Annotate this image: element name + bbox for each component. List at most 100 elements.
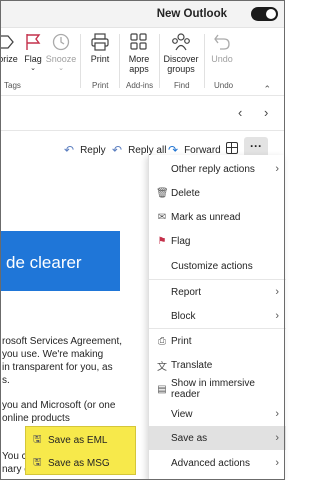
message-nav-row: ‹ › <box>0 97 285 131</box>
menu-item-label: Mark as unread <box>171 211 241 223</box>
menu-item-advanced-actions[interactable]: Advanced actions › <box>149 451 286 475</box>
undo-label: Undo <box>211 54 233 64</box>
reply-label: Reply <box>80 144 106 156</box>
body-text-line: you use. We're making <box>2 349 104 360</box>
flag-dropdown-icon[interactable]: ⌄ <box>30 64 36 74</box>
submenu-item-save-eml[interactable]: 🖫 Save as EML <box>26 429 135 451</box>
find-group-label: Find <box>174 81 190 90</box>
snooze-button[interactable]: Snooze ⌄ <box>46 32 76 80</box>
reply-all-icon: ↶ <box>112 143 123 157</box>
collapse-ribbon-icon[interactable]: ⌃ <box>263 84 271 95</box>
reply-all-label: Reply all <box>128 144 167 156</box>
submenu-item-label: Save as MSG <box>48 457 110 469</box>
submenu-item-save-msg[interactable]: 🖫 Save as MSG <box>26 452 135 474</box>
menu-item-label: Delete <box>171 187 200 199</box>
trash-icon: 🗑 <box>156 187 169 199</box>
toggle-knob <box>266 9 276 19</box>
body-text-line: online products <box>2 413 70 424</box>
menu-item-label: Other reply actions <box>171 163 255 175</box>
menu-item-label: Advanced actions <box>171 457 250 469</box>
menu-item-label: Report <box>171 286 202 298</box>
menu-item-label: Customize actions <box>171 260 253 272</box>
banner-text: de clearer <box>6 253 82 272</box>
new-outlook-label: New Outlook <box>156 8 227 20</box>
undo-icon <box>214 34 230 50</box>
print-button[interactable]: Print <box>86 32 114 80</box>
clock-icon <box>52 33 70 51</box>
menu-item-delete[interactable]: 🗑 Delete <box>149 181 286 205</box>
ribbon-separator <box>204 34 205 88</box>
menu-item-flag[interactable]: ⚑ Flag <box>149 229 286 253</box>
menu-item-view[interactable]: View › <box>149 402 286 426</box>
menu-item-label: Flag <box>171 235 191 247</box>
flag-label: Flag <box>24 54 42 64</box>
snooze-label: Snooze <box>45 54 77 64</box>
printer-icon: ⎙ <box>158 335 166 347</box>
printer-icon <box>91 33 109 51</box>
chevron-right-icon: › <box>275 457 279 469</box>
menu-item-label: Translate <box>171 359 213 371</box>
ribbon-separator <box>159 34 160 88</box>
next-message-icon[interactable]: › <box>264 105 268 120</box>
addins-group-label: Add-ins <box>126 81 154 90</box>
menu-item-mark-unread[interactable]: ✉ Mark as unread <box>149 205 286 229</box>
discover-label-2: groups <box>167 64 195 74</box>
undo-button[interactable]: Undo <box>208 32 236 80</box>
menu-item-label: Save as <box>171 432 208 444</box>
ribbon: orize Flag ⌄ Snooze ⌄ Tags Print Print M… <box>0 28 285 96</box>
more-actions-menu: Other reply actions › 🗑 Delete ✉ Mark as… <box>148 155 286 480</box>
menu-item-label: Print <box>171 335 192 347</box>
chevron-right-icon: › <box>275 408 279 420</box>
flag-button[interactable]: Flag ⌄ <box>22 32 44 80</box>
people-icon <box>172 33 190 51</box>
chevron-right-icon: › <box>275 286 279 298</box>
envelope-icon: ✉ <box>157 211 167 223</box>
ribbon-separator <box>80 34 81 88</box>
more-apps-label-2: apps <box>129 64 149 74</box>
chevron-right-icon: › <box>275 432 279 444</box>
more-apps-label-1: More <box>128 54 150 64</box>
save-icon: 🖫 <box>33 456 42 468</box>
save-icon: 🖫 <box>33 433 42 445</box>
menu-item-immersive-reader[interactable]: ▤ Show in immersive reader <box>149 377 286 401</box>
discover-groups-button[interactable]: Discover groups <box>162 32 200 80</box>
save-as-submenu: 🖫 Save as EML 🖫 Save as MSG <box>25 426 136 475</box>
ribbon-separator <box>119 34 120 88</box>
menu-item-label: Show in immersive reader <box>171 378 255 400</box>
submenu-item-label: Save as EML <box>48 434 108 446</box>
categorize-button[interactable]: orize <box>0 32 20 80</box>
more-apps-button[interactable]: More apps <box>124 32 154 80</box>
menu-item-report[interactable]: Report › <box>149 280 286 304</box>
menu-item-customize-actions[interactable]: Customize actions <box>149 254 286 278</box>
chevron-right-icon: › <box>275 163 279 175</box>
print-label: Print <box>90 54 110 64</box>
previous-message-icon[interactable]: ‹ <box>238 105 242 120</box>
flag-icon <box>26 34 41 50</box>
print-group-label: Print <box>92 81 109 90</box>
title-bar: New Outlook <box>0 0 285 28</box>
translate-icon: 文 <box>157 361 167 373</box>
menu-item-save-as[interactable]: Save as › <box>149 426 286 450</box>
reply-button[interactable]: ↶ Reply <box>64 143 106 157</box>
tags-group-label: Tags <box>4 81 21 90</box>
apps-grid-icon <box>130 33 147 50</box>
menu-item-label: Block <box>171 310 196 322</box>
email-banner: de clearer <box>0 231 120 291</box>
body-text-line: s. <box>2 375 10 386</box>
categorize-label: orize <box>0 54 18 64</box>
menu-item-block[interactable]: Block › <box>149 304 286 328</box>
immersive-view-icon[interactable] <box>226 142 238 154</box>
body-text-line: rosoft Services Agreement, <box>2 336 123 347</box>
reply-icon: ↶ <box>64 143 75 157</box>
menu-item-translate[interactable]: 文 Translate <box>149 353 286 377</box>
chevron-right-icon: › <box>275 310 279 322</box>
forward-label: Forward <box>184 144 221 156</box>
menu-item-label: View <box>171 408 193 420</box>
body-text-line: you and Microsoft (or one <box>2 400 116 411</box>
menu-item-other-reply-actions[interactable]: Other reply actions › <box>149 157 286 181</box>
reader-icon: ▤ <box>157 383 167 395</box>
body-text-line: in transparent for you, as <box>2 362 113 373</box>
new-outlook-toggle[interactable] <box>251 7 278 21</box>
menu-item-print[interactable]: ⎙ Print <box>149 329 286 353</box>
snooze-dropdown-icon: ⌄ <box>58 65 64 72</box>
